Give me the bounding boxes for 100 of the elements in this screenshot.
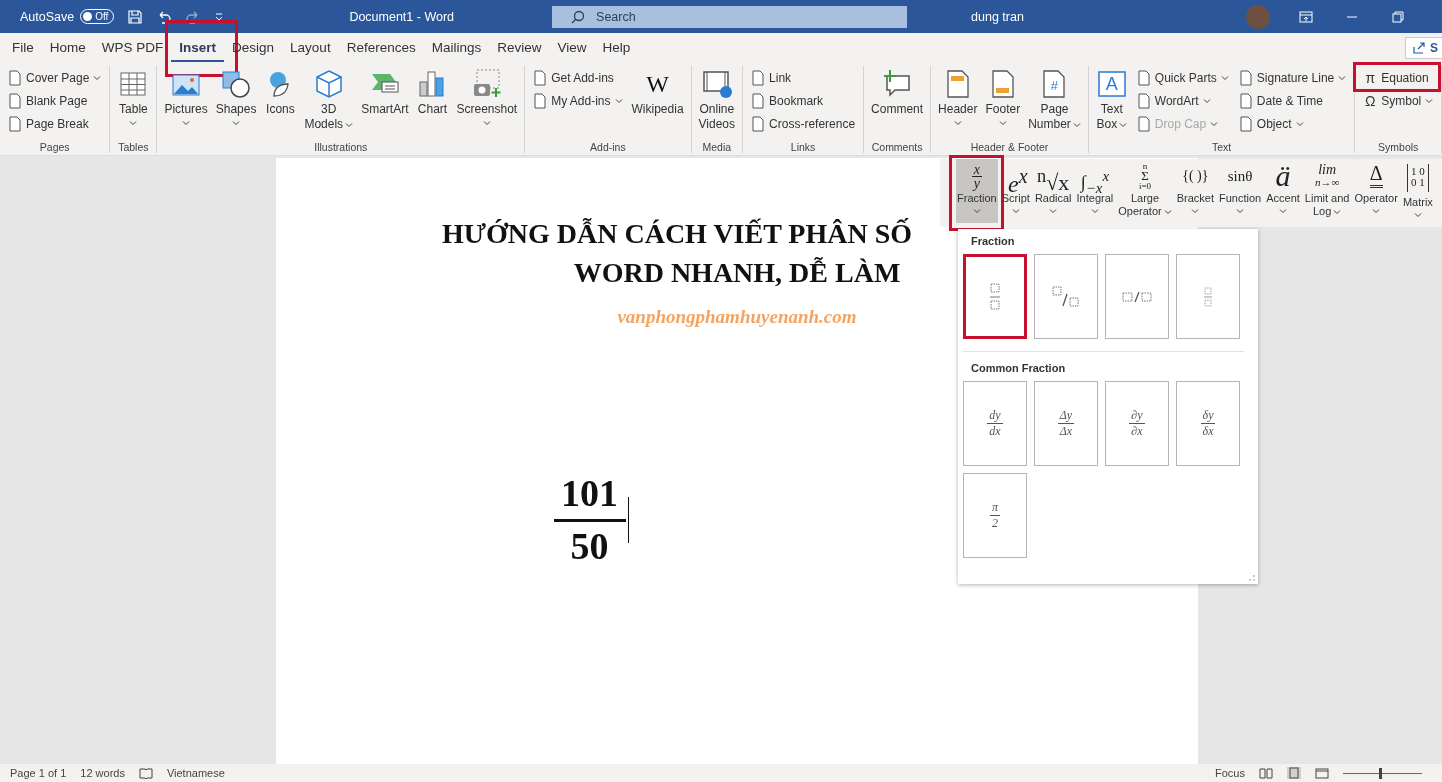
ribbon-button[interactable]: SmartArt xyxy=(358,66,412,141)
ribbon-button[interactable]: Get Add-ins xyxy=(529,68,618,88)
read-mode-icon[interactable] xyxy=(1259,767,1273,779)
ribbon-tab[interactable]: File xyxy=(4,33,42,62)
ribbon-tab[interactable]: Review xyxy=(489,33,550,62)
zoom-slider-thumb[interactable] xyxy=(1378,767,1382,779)
fraction-option[interactable] xyxy=(963,254,1027,339)
equation-structure-button[interactable]: 1 0 0 1 Matrix xyxy=(1401,159,1434,223)
search-field[interactable]: Search xyxy=(552,5,908,28)
stacked-fraction-icon xyxy=(988,281,1002,312)
ribbon-button[interactable]: Bookmark xyxy=(747,91,828,111)
autosave-label: AutoSave xyxy=(20,9,75,24)
caret-icon xyxy=(1333,207,1342,216)
group-label: Pages xyxy=(38,141,71,153)
window-title: Document1 - Word xyxy=(349,8,455,25)
user-name[interactable]: dung tran xyxy=(971,9,1024,24)
fraction-formula: dy dx xyxy=(987,408,1003,439)
ribbon-button[interactable]: Icons xyxy=(261,66,300,141)
ribbon-button[interactable]: Pictures xyxy=(161,66,211,141)
fraction-formula: ∂y ∂x xyxy=(1129,408,1145,439)
ribbon-button[interactable]: Cross-reference xyxy=(747,114,860,134)
ribbon-tab[interactable]: Mailings xyxy=(423,33,490,62)
fraction-option[interactable]: δy δx xyxy=(1176,381,1240,466)
caret-icon xyxy=(345,120,354,129)
equation-structure-button[interactable]: {( )} Bracket xyxy=(1175,159,1215,223)
ribbon-button[interactable]: Online Videos xyxy=(695,66,739,141)
ribbon-button[interactable]: My Add-ins xyxy=(529,91,627,111)
page-count[interactable]: Page 1 of 1 xyxy=(10,767,67,779)
ribbon-tab[interactable]: Layout xyxy=(282,33,339,62)
caret-icon xyxy=(232,119,241,127)
ribbon-button[interactable]: Link xyxy=(747,68,796,88)
share-icon xyxy=(1412,40,1426,55)
fraction-option[interactable]: dy dx xyxy=(963,381,1027,466)
ribbon-button[interactable]: Footer xyxy=(982,66,1024,141)
ribbon-button[interactable]: WordArt xyxy=(1132,91,1215,111)
ribbon-button[interactable]: Cover Page xyxy=(4,68,106,88)
focus-button[interactable]: Focus xyxy=(1215,767,1245,779)
page-icon xyxy=(751,93,766,109)
share-button[interactable]: S xyxy=(1405,36,1442,59)
fraction-option[interactable]: Δy Δx xyxy=(1034,381,1098,466)
group-label: Media xyxy=(701,141,733,153)
ribbon-button[interactable]: Header xyxy=(935,66,981,141)
book-icon[interactable] xyxy=(138,767,153,779)
ribbon-button[interactable]: # Page Number xyxy=(1025,66,1084,141)
save-icon[interactable] xyxy=(127,8,144,25)
ribbon-tab[interactable]: View xyxy=(549,33,595,62)
equation-structure-button[interactable]: sinθ Function xyxy=(1218,159,1263,223)
ribbon-button[interactable]: Chart xyxy=(413,66,452,141)
ribbon-tab[interactable]: References xyxy=(338,33,424,62)
ribbon-button[interactable]: Date & Time xyxy=(1234,91,1327,111)
ribbon-tab[interactable]: Home xyxy=(41,33,94,62)
ribbon-button[interactable]: Table xyxy=(114,66,153,141)
document-heading: HƯỚNG DẪN CÁCH VIẾT PHÂN SỐ xyxy=(441,217,913,251)
fraction-option[interactable]: π 2 xyxy=(963,473,1027,558)
ribbon-button[interactable]: Shapes xyxy=(212,66,260,141)
restore-icon[interactable] xyxy=(1389,8,1406,25)
ribbon-tab[interactable]: WPS PDF xyxy=(93,33,172,62)
group-label: Header & Footer xyxy=(969,141,1050,153)
ribbon-display-icon[interactable] xyxy=(1297,8,1314,25)
ribbon-button[interactable]: Comment xyxy=(868,66,927,141)
ribbon-button[interactable]: W Wikipedia xyxy=(628,66,687,141)
caret-icon xyxy=(1202,97,1211,105)
equation-structure-button[interactable]: ä Accent xyxy=(1265,159,1301,223)
page-icon xyxy=(533,70,548,86)
ribbon-button[interactable]: 3D Models xyxy=(301,66,357,141)
ribbon-button[interactable]: Quick Parts xyxy=(1132,68,1233,88)
math-glyph: {( )} xyxy=(1182,167,1209,185)
print-layout-icon[interactable] xyxy=(1287,767,1301,779)
fraction-equation: 101 50 xyxy=(551,473,628,566)
gallery-section-title: Fraction xyxy=(970,235,1016,249)
ribbon-tab[interactable]: Insert xyxy=(171,33,225,62)
caret-icon xyxy=(1413,211,1422,219)
ribbon-button[interactable]: Signature Line xyxy=(1234,68,1351,88)
ribbon-button[interactable]: π Equation xyxy=(1359,68,1433,88)
ribbon-tab[interactable]: Help xyxy=(594,33,639,62)
equation-structure-button[interactable]: x y Fraction xyxy=(956,159,998,223)
monitor-icon xyxy=(700,68,733,100)
fraction-option[interactable]: ∂y ∂x xyxy=(1105,381,1169,466)
math-glyph: $^{n}$√x xyxy=(1037,165,1070,191)
caret-icon xyxy=(1220,74,1229,82)
language-label[interactable]: Vietnamese xyxy=(166,767,225,779)
web-layout-icon[interactable] xyxy=(1315,767,1329,779)
page-icon xyxy=(1136,93,1151,109)
ribbon-button[interactable]: A Text Box xyxy=(1092,66,1131,141)
ribbon-button[interactable]: Screenshot xyxy=(453,66,521,141)
ribbon-button[interactable]: Ω Symbol xyxy=(1359,91,1438,111)
caret-icon xyxy=(998,119,1007,127)
equation-structure-button[interactable]: lim n→∞ Limit and Log xyxy=(1303,159,1351,223)
ribbon-button[interactable]: Blank Page xyxy=(4,91,92,111)
search-icon xyxy=(570,8,587,25)
caret-icon xyxy=(1163,207,1172,216)
ribbon-button[interactable]: Object xyxy=(1234,114,1308,134)
ribbon-button[interactable]: Page Break xyxy=(4,114,93,134)
equation-structure-button[interactable]: n Σ i=0 Large Operator xyxy=(1117,159,1173,223)
word-count[interactable]: 12 words xyxy=(80,767,125,779)
caret-icon xyxy=(1295,120,1304,128)
resize-grip-icon[interactable] xyxy=(1248,574,1256,582)
equation-structure-button[interactable]: $^{n}$√x Radical xyxy=(1033,159,1073,223)
equation-structure-button[interactable]: Δ Operator xyxy=(1353,159,1399,223)
customize-caret-icon[interactable] xyxy=(214,11,225,22)
